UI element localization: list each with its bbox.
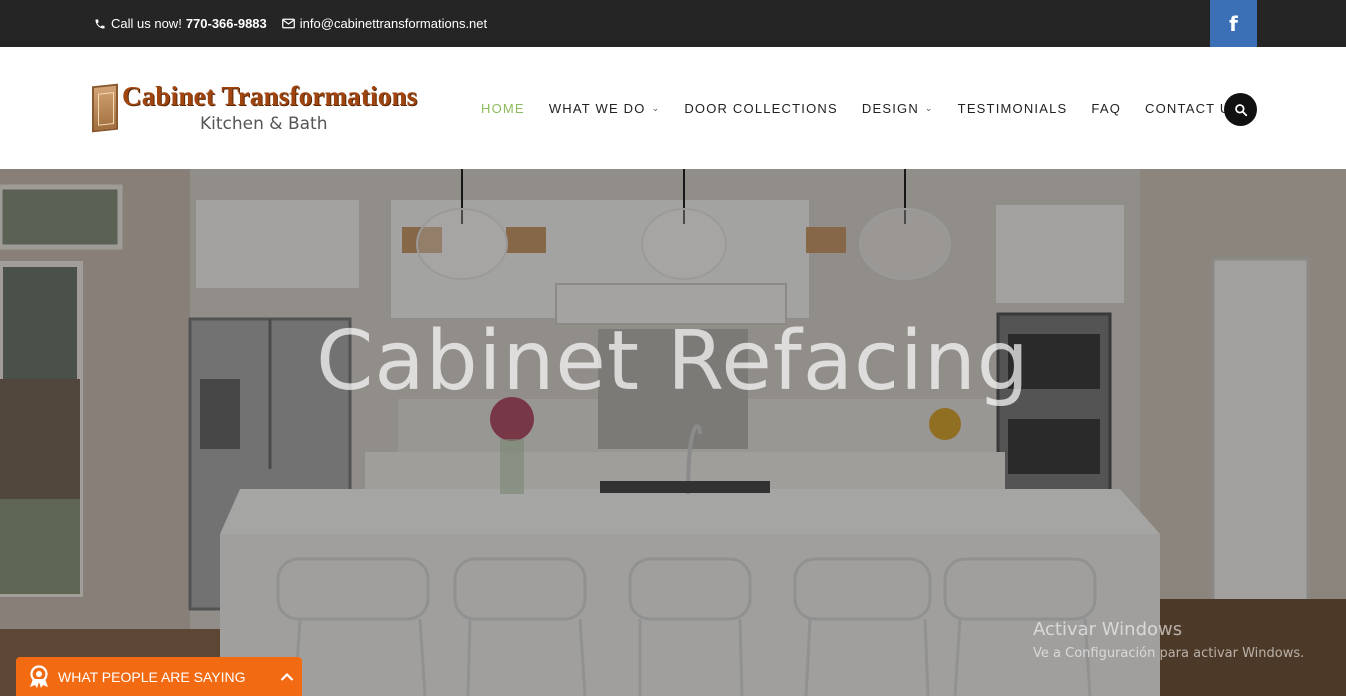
nav-item-label: WHAT WE DO xyxy=(548,100,646,116)
facebook-button[interactable]: f xyxy=(1210,0,1257,47)
hero-title: Cabinet Refacing xyxy=(316,314,1030,409)
nav-item-home[interactable]: HOME xyxy=(481,101,525,116)
nav-item-faq[interactable]: FAQ xyxy=(1091,101,1121,116)
email-contact[interactable]: info@cabinettransformations.net xyxy=(282,16,487,31)
main-nav: HOME WHAT WE DO ⌄ DOOR COLLECTIONS DESIG… xyxy=(481,47,1264,169)
nav-item-what-we-do[interactable]: WHAT WE DO ⌄ xyxy=(549,101,661,116)
hero-overlay xyxy=(0,169,1346,696)
logo[interactable]: Cabinet Transformations Kitchen & Bath xyxy=(90,79,435,139)
nav-item-label: DOOR COLLECTIONS xyxy=(684,100,838,116)
top-bar: Call us now! 770-366-9883 info@cabinettr… xyxy=(0,0,1346,47)
nav-item-testimonials[interactable]: TESTIMONIALS xyxy=(958,101,1068,116)
cabinet-door-icon xyxy=(92,83,118,133)
call-label: Call us now! xyxy=(111,16,182,31)
chevron-up-icon xyxy=(272,672,302,682)
site-header: Cabinet Transformations Kitchen & Bath H… xyxy=(0,47,1346,169)
email-address[interactable]: info@cabinettransformations.net xyxy=(300,16,487,31)
search-button[interactable] xyxy=(1224,93,1257,126)
reviews-widget-toggle[interactable]: WHAT PEOPLE ARE SAYING xyxy=(16,657,302,696)
facebook-icon: f xyxy=(1229,11,1238,36)
phone-contact[interactable]: Call us now! 770-366-9883 xyxy=(93,16,267,31)
nav-item-label: DESIGN xyxy=(861,100,919,116)
contact-info: Call us now! 770-366-9883 info@cabinettr… xyxy=(93,0,502,47)
nav-item-label: HOME xyxy=(481,100,525,116)
windows-activation-watermark: Activar Windows Ve a Configuración para … xyxy=(1033,619,1304,661)
logo-subtitle: Kitchen & Bath xyxy=(200,114,328,134)
search-icon xyxy=(1234,103,1247,116)
nav-item-label: TESTIMONIALS xyxy=(957,100,1068,116)
reviews-widget-label: WHAT PEOPLE ARE SAYING xyxy=(58,668,246,685)
phone-icon xyxy=(93,17,107,31)
chevron-down-icon: ⌄ xyxy=(651,102,661,113)
nav-item-door-collections[interactable]: DOOR COLLECTIONS xyxy=(684,101,838,116)
watermark-title: Activar Windows xyxy=(1033,619,1183,640)
hero-banner: Cabinet Refacing Activar Windows Ve a Co… xyxy=(0,169,1346,696)
logo-title: Cabinet Transformations xyxy=(122,81,418,111)
award-icon xyxy=(26,664,52,690)
phone-number[interactable]: 770-366-9883 xyxy=(186,16,267,31)
watermark-subtitle: Ve a Configuración para activar Windows. xyxy=(1033,646,1305,661)
nav-item-label: FAQ xyxy=(1091,100,1122,116)
nav-item-design[interactable]: DESIGN ⌄ xyxy=(862,101,934,116)
envelope-icon xyxy=(282,17,296,31)
chevron-down-icon: ⌄ xyxy=(924,102,934,113)
